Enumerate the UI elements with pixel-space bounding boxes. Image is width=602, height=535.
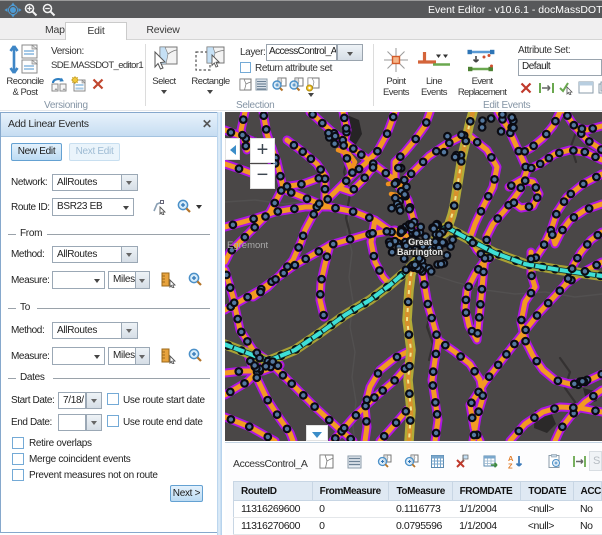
- svg-text:Egremont: Egremont: [227, 240, 269, 251]
- svg-text:Z: Z: [508, 462, 513, 470]
- svg-text:Barrington: Barrington: [397, 247, 443, 257]
- svg-text:Great: Great: [408, 237, 432, 247]
